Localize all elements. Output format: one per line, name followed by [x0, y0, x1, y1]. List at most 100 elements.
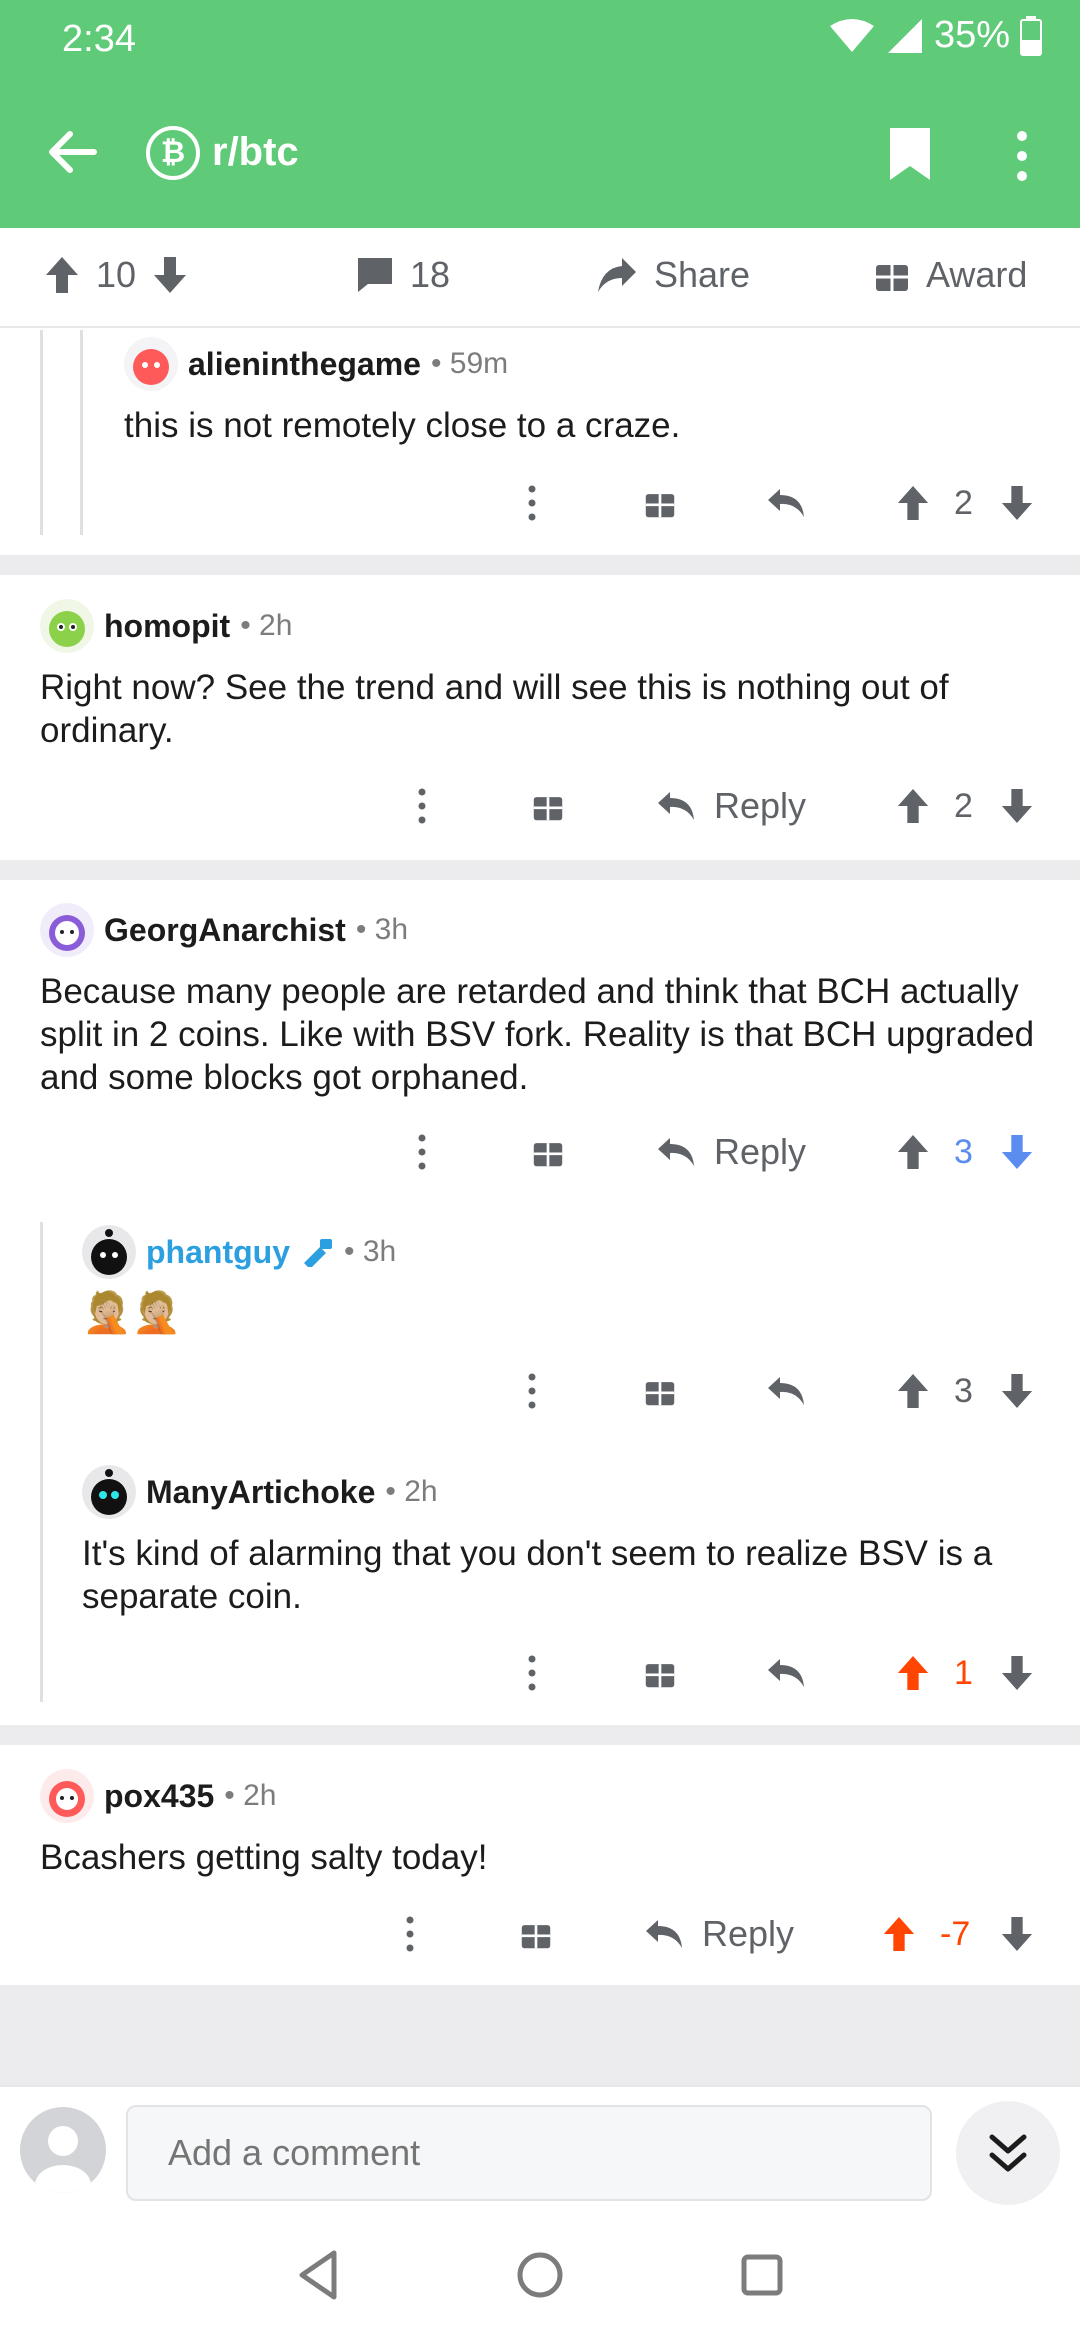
- comment-actions: 2: [0, 473, 1080, 533]
- upvote-icon[interactable]: [896, 484, 930, 522]
- more-icon[interactable]: [404, 1916, 416, 1952]
- downvote-icon[interactable]: [152, 255, 188, 295]
- downvote-icon[interactable]: [1000, 1915, 1034, 1953]
- reply-icon[interactable]: [766, 487, 806, 519]
- comment-meta: • 2h: [385, 1475, 438, 1508]
- comment-author[interactable]: alieninthegame: [188, 346, 421, 383]
- reply-icon: [658, 792, 694, 820]
- comment-meta: • 59m: [430, 347, 509, 380]
- comment: alieninthegame • 59m this is not remotel…: [124, 336, 1054, 447]
- back-arrow-icon[interactable]: [44, 124, 100, 180]
- comment: ManyArtichoke • 2h It's kind of alarming…: [82, 1464, 1042, 1618]
- collapse-comments-button[interactable]: [956, 2101, 1060, 2205]
- post-action-bar: 10 18 Share Award: [0, 228, 1080, 328]
- comment-author[interactable]: homopit: [104, 608, 230, 645]
- comment-body: 🤦🏼🤦🏼: [82, 1291, 182, 1335]
- avatar[interactable]: [82, 1465, 136, 1519]
- reply-button[interactable]: Reply: [656, 1131, 806, 1173]
- avatar[interactable]: [82, 1225, 136, 1279]
- comment-author[interactable]: pox435: [104, 1778, 214, 1815]
- thread-line: [40, 1222, 43, 1702]
- upvote-icon[interactable]: [896, 787, 930, 825]
- comment-author[interactable]: GeorgAnarchist: [104, 912, 346, 949]
- gift-icon[interactable]: [532, 1136, 564, 1168]
- share-label: Share: [654, 254, 751, 295]
- comment-body: It's kind of alarming that you don't see…: [82, 1534, 993, 1616]
- nav-home-icon[interactable]: [510, 2245, 570, 2305]
- comment-actions: Reply 2: [0, 776, 1080, 836]
- comment-time: 3h: [374, 913, 409, 946]
- subreddit-name[interactable]: r/btc: [212, 130, 299, 175]
- comment-author[interactable]: phantguy: [146, 1234, 290, 1271]
- more-icon[interactable]: [526, 485, 538, 521]
- comment-score: 1: [954, 1653, 973, 1692]
- comment-time: 2h: [243, 1779, 277, 1812]
- reply-icon[interactable]: [766, 1657, 806, 1689]
- upvote-icon[interactable]: [882, 1915, 916, 1953]
- nav-recents-icon[interactable]: [732, 2245, 792, 2305]
- post-score: 10: [96, 254, 137, 295]
- add-comment-input[interactable]: [126, 2105, 932, 2201]
- upvote-icon[interactable]: [896, 1372, 930, 1410]
- upvote-icon[interactable]: [896, 1654, 930, 1692]
- more-vertical-icon[interactable]: [1012, 130, 1032, 182]
- comment-meta: • 2h: [240, 609, 293, 642]
- comment-actions: Reply -7: [0, 1904, 1080, 1964]
- comment: homopit • 2h Right now? See the trend an…: [40, 598, 1050, 752]
- comment-count: 18: [410, 254, 451, 295]
- downvote-icon[interactable]: [1000, 1654, 1034, 1692]
- more-icon[interactable]: [416, 1134, 428, 1170]
- more-icon[interactable]: [526, 1655, 538, 1691]
- comment-score: 2: [954, 483, 973, 522]
- gift-icon[interactable]: [532, 790, 564, 822]
- comment-actions: 1: [0, 1643, 1080, 1703]
- share-icon: [598, 258, 636, 292]
- award-button[interactable]: Award: [874, 254, 1027, 296]
- gift-icon[interactable]: [644, 1375, 676, 1407]
- comment-meta: • 3h: [355, 913, 409, 946]
- reply-icon: [658, 1138, 694, 1166]
- comment-actions: 3: [0, 1361, 1080, 1421]
- comments-button[interactable]: 18: [356, 254, 450, 296]
- avatar[interactable]: [124, 337, 178, 391]
- reply-icon[interactable]: [766, 1375, 806, 1407]
- downvote-icon[interactable]: [1000, 1133, 1034, 1171]
- downvote-icon[interactable]: [1000, 484, 1034, 522]
- comment-divider: [0, 1725, 1080, 1745]
- more-icon[interactable]: [416, 788, 428, 824]
- nav-back-icon[interactable]: [290, 2245, 350, 2305]
- app-bar: ₿ r/btc: [0, 78, 1080, 228]
- avatar[interactable]: [40, 1769, 94, 1823]
- comment-score: 3: [954, 1371, 973, 1410]
- bookmark-icon[interactable]: [886, 126, 934, 182]
- bitcoin-icon: ₿: [146, 126, 200, 180]
- more-icon[interactable]: [526, 1373, 538, 1409]
- status-time: 2:34: [62, 18, 136, 60]
- comment-author[interactable]: ManyArtichoke: [146, 1474, 375, 1511]
- comment-body: Bcashers getting salty today!: [40, 1838, 488, 1877]
- gift-icon[interactable]: [644, 487, 676, 519]
- downvote-icon[interactable]: [1000, 787, 1034, 825]
- avatar[interactable]: [40, 903, 94, 957]
- upvote-icon[interactable]: [44, 255, 80, 295]
- share-button[interactable]: Share: [596, 254, 750, 296]
- comment-time: 3h: [362, 1235, 397, 1268]
- reply-button[interactable]: Reply: [656, 785, 806, 827]
- gift-icon[interactable]: [644, 1657, 676, 1689]
- double-chevron-down-icon: [989, 2134, 1027, 2172]
- gift-icon[interactable]: [520, 1918, 552, 1950]
- comment-body: this is not remotely close to a craze.: [124, 406, 681, 445]
- status-bar: 2:34 35%: [0, 0, 1080, 78]
- user-avatar-icon[interactable]: [20, 2107, 106, 2193]
- reply-button[interactable]: Reply: [644, 1913, 794, 1955]
- comment-divider: [0, 555, 1080, 575]
- signal-icon: [887, 18, 922, 53]
- reply-label: Reply: [714, 1131, 807, 1172]
- comment-meta: • 2h: [224, 1779, 277, 1812]
- comment-body: Right now? See the trend and will see th…: [40, 668, 949, 750]
- upvote-icon[interactable]: [896, 1133, 930, 1171]
- avatar[interactable]: [40, 599, 94, 653]
- downvote-icon[interactable]: [1000, 1372, 1034, 1410]
- reply-label: Reply: [714, 785, 807, 826]
- comment-composer: [0, 2085, 1080, 2215]
